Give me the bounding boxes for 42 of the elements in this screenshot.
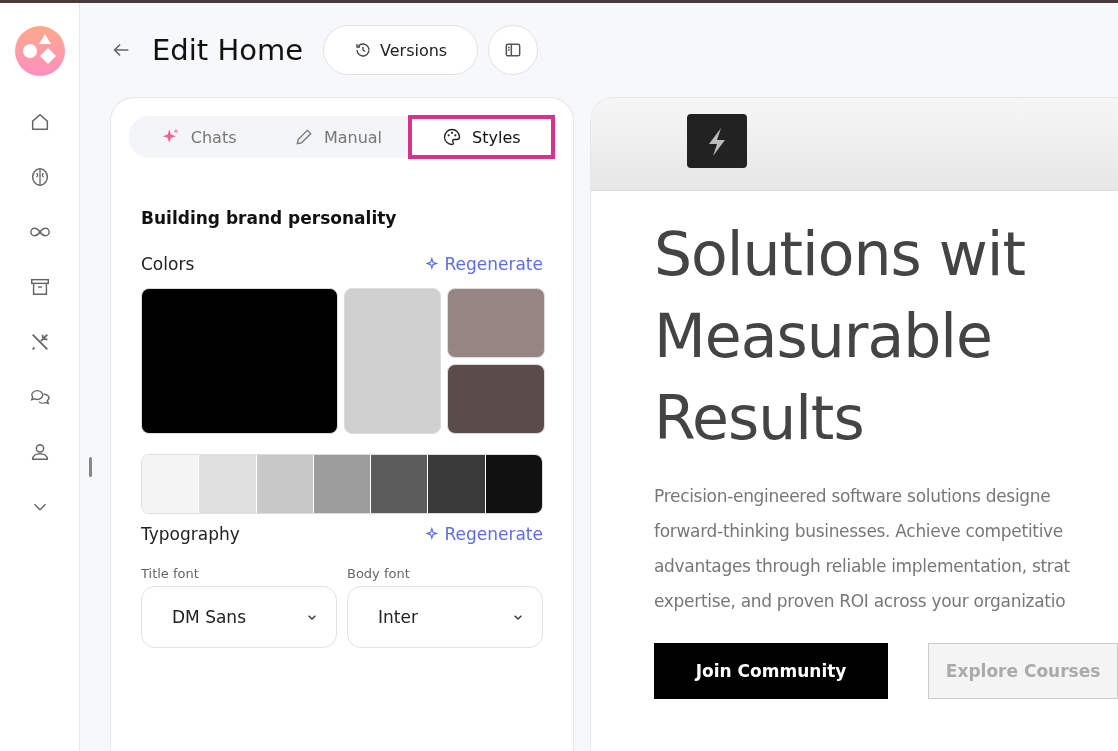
- typography-label: Typography: [141, 524, 240, 544]
- color-step[interactable]: [199, 455, 256, 513]
- color-step[interactable]: [428, 455, 485, 513]
- sparkle-icon: [426, 257, 441, 271]
- paragraph-text: advantages through reliable implementation, strat: [654, 555, 1070, 578]
- color-step[interactable]: [485, 455, 542, 513]
- headline-text: Solutions wit: [654, 218, 1026, 291]
- tab[interactable]: Styles: [407, 115, 555, 159]
- regenerate-link[interactable]: Regenerate: [426, 524, 543, 544]
- color-swatch[interactable]: [447, 288, 545, 358]
- color-swatch[interactable]: [447, 364, 545, 434]
- palette-icon: [442, 127, 463, 147]
- versions-button[interactable]: Versions: [323, 25, 479, 75]
- colors-label: Colors: [141, 254, 195, 274]
- sparkle-icon: [426, 527, 441, 541]
- field-label: Body font: [347, 566, 411, 581]
- color-swatch[interactable]: [344, 288, 441, 434]
- paragraph-text: Precision-engineered software solutions designe: [654, 485, 1051, 508]
- color-step[interactable]: [313, 455, 371, 513]
- color-step[interactable]: [256, 455, 313, 513]
- field-label: Title font: [141, 566, 200, 581]
- pencil-icon: [293, 127, 314, 147]
- font-dropdown[interactable]: DM Sans: [141, 586, 337, 648]
- tab[interactable]: Chats: [129, 116, 269, 158]
- archive-icon[interactable]: [28, 276, 51, 298]
- font-dropdown[interactable]: Inter: [347, 586, 543, 648]
- section-heading: Building brand personality: [141, 208, 398, 228]
- paragraph-text: forward-thinking businesses. Achieve competitive: [654, 520, 1063, 543]
- regenerate-link[interactable]: Regenerate: [426, 254, 543, 274]
- color-swatch[interactable]: [141, 288, 338, 434]
- tab[interactable]: Manual: [268, 116, 408, 158]
- resize-handle[interactable]: [89, 457, 92, 477]
- join-button[interactable]: Join Community: [654, 643, 889, 699]
- lightning-logo-icon: [687, 114, 747, 168]
- color-step[interactable]: [142, 455, 199, 513]
- page-title: Edit Home: [152, 33, 304, 67]
- color-step[interactable]: [371, 455, 428, 513]
- history-icon: [354, 41, 373, 59]
- paragraph-text: expertise, and proven ROI across your organizatio: [654, 590, 1066, 613]
- headline-text: Measurable: [654, 300, 992, 373]
- sidebar-toggle-icon[interactable]: [488, 25, 539, 75]
- headline-text: Results: [654, 382, 864, 455]
